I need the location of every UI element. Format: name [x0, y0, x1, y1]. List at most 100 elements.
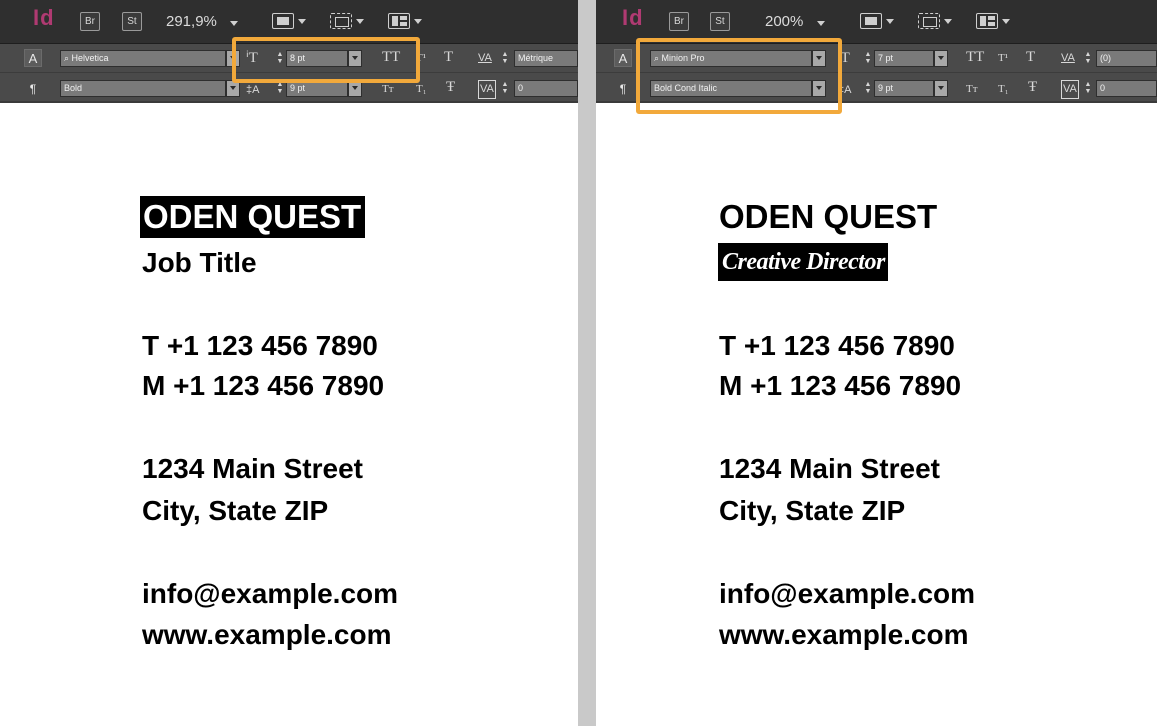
tracking-field[interactable]: 0: [1096, 80, 1157, 97]
document-window-right: Id Br St 200% A ⌕ Minion Pro ⁱT ▲▼ 7 pt: [596, 0, 1157, 726]
chevron-down-icon: [944, 19, 952, 24]
view-options-button[interactable]: [272, 11, 308, 33]
arrange-documents-button[interactable]: [976, 11, 1012, 33]
kerning-stepper[interactable]: ▲ ▼: [1084, 51, 1092, 66]
screen-mode-button[interactable]: [918, 11, 954, 33]
card-website: www.example.com: [719, 619, 969, 650]
kerning-icon: VA: [478, 52, 492, 64]
arrange-documents-icon: [388, 13, 410, 29]
font-family-field[interactable]: ⌕ Helvetica: [60, 50, 226, 67]
stock-button[interactable]: St: [122, 12, 142, 31]
bridge-button[interactable]: Br: [80, 12, 100, 31]
underline-button[interactable]: T: [1026, 49, 1035, 66]
tracking-stepper[interactable]: ▲ ▼: [501, 81, 509, 96]
font-family-value: Minion Pro: [661, 53, 705, 63]
leading-icon: ‡A: [246, 84, 260, 96]
small-caps-button[interactable]: Tт: [382, 81, 394, 98]
control-row-2: ¶ Bold ‡A ▲ ▼ 9 pt Tт T₁ Ŧ VA ▲ ▼ 0: [0, 74, 578, 103]
chevron-down-icon: [356, 19, 364, 24]
view-options-button[interactable]: [860, 11, 896, 33]
kerning-icon: VA: [1061, 52, 1075, 64]
screen-mode-icon: [918, 13, 940, 29]
paragraph-mode-button[interactable]: ¶: [614, 80, 632, 98]
leading-icon: ‡A: [838, 84, 852, 96]
document-window-left: Id Br St 291,9% A ⌕ Helvetica ⁱT ▲ ▼ 8 pt: [0, 0, 578, 726]
font-size-field[interactable]: 8 pt: [286, 50, 348, 67]
application-bar: Id Br St 200%: [596, 0, 1157, 44]
character-mode-button[interactable]: A: [614, 49, 632, 67]
leading-stepper[interactable]: ▲ ▼: [276, 81, 284, 96]
bridge-button[interactable]: Br: [669, 12, 689, 31]
frame-view-icon: [272, 13, 294, 29]
zoom-dropdown-icon[interactable]: [817, 21, 825, 26]
card-email: info@example.com: [142, 578, 399, 609]
leading-dropdown[interactable]: [348, 80, 362, 97]
screen-mode-button[interactable]: [330, 11, 366, 33]
font-size-field[interactable]: 7 pt: [874, 50, 934, 67]
tracking-icon: VA: [478, 80, 496, 99]
card-phone-mobile: M +1 123 456 7890: [142, 370, 385, 401]
leading-field[interactable]: 9 pt: [286, 80, 348, 97]
control-row-1: A ⌕ Minion Pro ⁱT ▲ ▼ 7 pt TT T¹ T VA ▲ ▼ …: [596, 44, 1157, 73]
small-caps-button[interactable]: Tт: [966, 81, 978, 98]
card-city: City, State ZIP: [142, 495, 329, 526]
font-family-value: Helvetica: [71, 53, 109, 63]
font-style-dropdown[interactable]: [226, 80, 240, 97]
paragraph-mode-button[interactable]: ¶: [24, 80, 42, 98]
chevron-down-icon: [298, 19, 306, 24]
card-phone-office: T +1 123 456 7890: [719, 330, 955, 361]
leading-stepper[interactable]: ▲ ▼: [864, 81, 872, 96]
leading-field[interactable]: 9 pt: [874, 80, 934, 97]
frame-view-icon: [860, 13, 882, 29]
stock-button[interactable]: St: [710, 12, 730, 31]
strikethrough-button[interactable]: Ŧ: [1028, 79, 1037, 96]
font-style-field[interactable]: Bold: [60, 80, 226, 97]
chevron-down-icon: [1002, 19, 1010, 24]
arrange-documents-icon: [976, 13, 998, 29]
zoom-level[interactable]: 200%: [765, 13, 803, 30]
search-icon: ⌕: [654, 53, 662, 63]
font-family-dropdown[interactable]: [812, 50, 826, 67]
strikethrough-button[interactable]: Ŧ: [446, 79, 455, 96]
control-panel: A ⌕ Helvetica ⁱT ▲ ▼ 8 pt TT T¹ T VA ▲ ▼ M…: [0, 44, 578, 103]
font-style-dropdown[interactable]: [812, 80, 826, 97]
control-row-1: A ⌕ Helvetica ⁱT ▲ ▼ 8 pt TT T¹ T VA ▲ ▼ M…: [0, 44, 578, 73]
card-email: info@example.com: [719, 578, 976, 609]
search-icon: ⌕: [64, 53, 72, 63]
kerning-field[interactable]: (0): [1096, 50, 1157, 67]
underline-button[interactable]: T: [444, 49, 453, 66]
kerning-field[interactable]: Métrique: [514, 50, 578, 67]
all-caps-button[interactable]: TT: [382, 49, 400, 66]
card-name: ODEN QUEST: [140, 196, 366, 238]
font-family-field[interactable]: ⌕ Minion Pro: [650, 50, 812, 67]
all-caps-button[interactable]: TT: [966, 49, 984, 66]
screen-mode-icon: [330, 13, 352, 29]
superscript-button[interactable]: T¹: [416, 50, 426, 67]
chevron-down-icon: [414, 19, 422, 24]
font-size-stepper[interactable]: ▲ ▼: [864, 51, 872, 66]
card-website: www.example.com: [142, 619, 392, 650]
superscript-button[interactable]: T¹: [998, 50, 1008, 67]
leading-dropdown[interactable]: [934, 80, 948, 97]
chevron-down-icon: [886, 19, 894, 24]
font-size-icon: ⁱT: [838, 50, 850, 66]
subscript-button[interactable]: T₁: [998, 81, 1009, 98]
character-mode-button[interactable]: A: [24, 49, 42, 67]
font-family-dropdown[interactable]: [226, 50, 240, 67]
indesign-logo: Id: [33, 5, 55, 30]
tracking-icon: VA: [1061, 80, 1079, 99]
font-size-stepper[interactable]: ▲ ▼: [276, 51, 284, 66]
font-style-field[interactable]: Bold Cond Italic: [650, 80, 812, 97]
kerning-stepper[interactable]: ▲ ▼: [501, 51, 509, 66]
tracking-stepper[interactable]: ▲ ▼: [1084, 81, 1092, 96]
card-street: 1234 Main Street: [719, 453, 940, 484]
arrange-documents-button[interactable]: [388, 11, 424, 33]
font-size-dropdown[interactable]: [934, 50, 948, 67]
subscript-button[interactable]: T₁: [416, 81, 427, 98]
font-size-dropdown[interactable]: [348, 50, 362, 67]
tracking-field[interactable]: 0: [514, 80, 578, 97]
zoom-level[interactable]: 291,9%: [166, 13, 217, 30]
card-job-title: Job Title: [142, 247, 257, 278]
zoom-dropdown-icon[interactable]: [230, 21, 238, 26]
indesign-logo: Id: [622, 5, 644, 30]
